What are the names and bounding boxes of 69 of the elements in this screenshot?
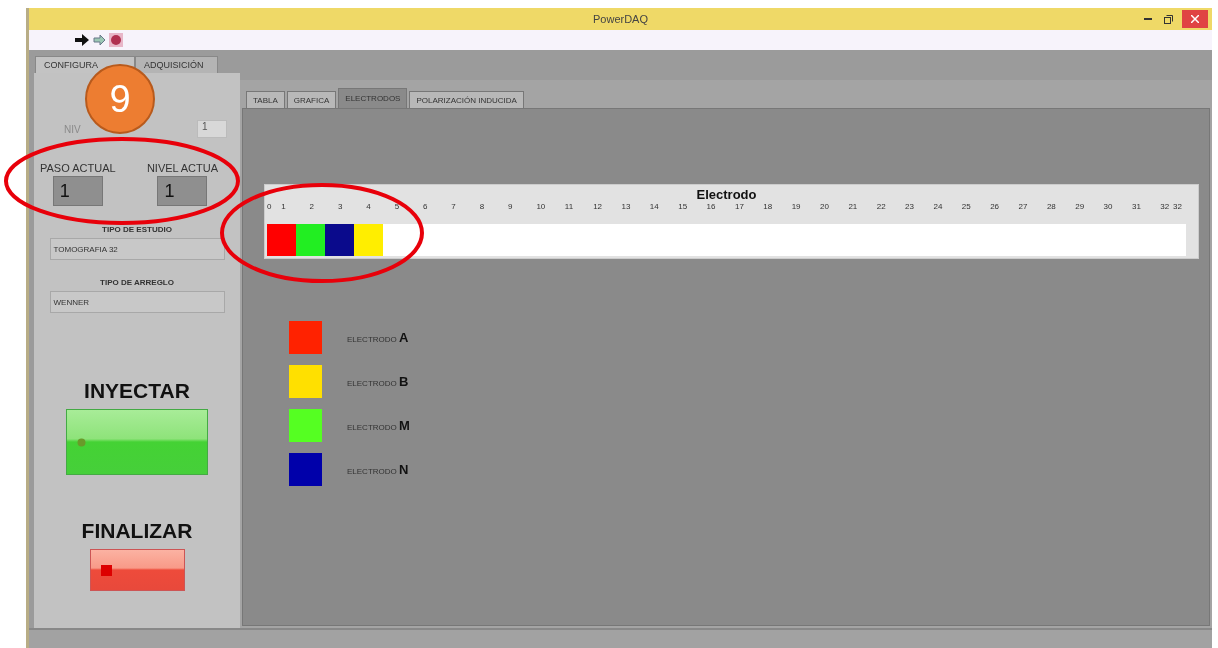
led-icon [77,437,86,447]
tick-label: 26 [990,202,1001,213]
level-field[interactable]: 1 [197,120,227,138]
tick-label: 0 [267,202,273,213]
finish-button[interactable] [89,549,185,591]
run-continuous-icon[interactable] [92,33,106,47]
tick-label: 24 [933,202,944,213]
tick-label: 3 [337,202,344,213]
array-type-field[interactable]: WENNER [49,291,225,313]
view-tab[interactable]: TABLA [246,91,285,108]
tick-label: 2 [309,202,315,213]
study-type-label: TIPO DE ESTUDIO [102,225,172,234]
tick-label: 15 [678,202,689,213]
led-icon [100,564,112,576]
tick-label: 11 [564,202,575,213]
step-label: PASO ACTUAL [40,162,116,174]
close-icon [1191,15,1199,23]
legend-label: ELECTRODO B [347,374,409,389]
view-tab[interactable]: GRAFICA [286,91,337,108]
tick-label: 1 [281,202,287,213]
legend-label: ELECTRODO N [347,462,409,477]
bar-title: Electrodo [696,187,757,202]
level-field: 1 [157,176,208,206]
legend-label: ELECTRODO M [347,418,410,433]
tick-label: 25 [961,202,972,213]
minimize-icon [1144,18,1152,20]
tick-label: 18 [763,202,774,213]
tick-label: 7 [451,202,457,213]
close-button[interactable] [1182,10,1208,28]
tick-label: 21 [848,202,859,213]
tick-label: 30 [1103,202,1114,213]
tick-label: 12 [593,202,604,213]
window-title: PowerDAQ [593,13,648,25]
tick-label: 19 [791,202,802,213]
tick-label: 22 [876,202,887,213]
tick-label: 29 [1075,202,1086,213]
step-field: 1 [52,176,103,206]
array-type-label: TIPO DE ARREGLO [100,278,174,287]
restore-icon [1163,14,1173,24]
tick-label: 4 [366,202,372,213]
restore-button[interactable] [1162,13,1174,25]
tick-label: 6 [423,202,429,213]
finish-label: FINALIZAR [81,519,193,543]
study-type-field[interactable]: TOMOGRAFIA 32 [49,238,225,260]
tick-label: 32 [1173,202,1183,213]
level-label: NIV [64,123,81,135]
tick-label: 31 [1131,202,1142,213]
tick-label: 17 [734,202,745,213]
legend-label: ELECTRODO A [347,330,409,345]
level-label: NIVEL ACTUA [146,162,218,174]
tick-label: 28 [1046,202,1057,213]
tick-label: 27 [1018,202,1029,213]
inject-button[interactable] [66,409,208,475]
tick-label: 16 [706,202,717,213]
stop-icon[interactable] [109,33,123,47]
tick-label: 8 [479,202,486,213]
tick-label: 13 [621,202,632,213]
tick-label: 20 [820,202,830,213]
tick-label: 5 [394,202,401,213]
view-tab[interactable]: POLARIZACIÓN INDUCIDA [409,91,524,108]
view-tab[interactable]: ELECTRODOS [338,88,408,108]
tick-label: 10 [536,202,547,213]
run-arrow-icon[interactable] [75,34,89,46]
tick-label: 23 [905,202,915,213]
tick-label: 32 [1160,202,1171,213]
inject-label: INYECTAR [84,379,190,403]
main-tab[interactable]: ADQUISICIÓN [135,56,218,73]
tick-label: 9 [508,202,514,213]
tick-label: 14 [649,202,660,213]
